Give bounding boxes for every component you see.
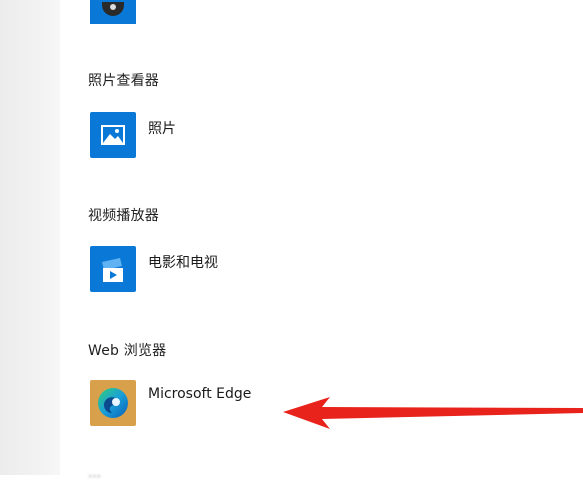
- app-name-movies-tv: 电影和电视: [148, 255, 218, 271]
- app-name-edge: Microsoft Edge: [148, 386, 252, 402]
- settings-sidebar: [0, 0, 60, 475]
- video-player-app-button[interactable]: 电影和电视: [90, 246, 218, 292]
- web-browser-app-button[interactable]: Microsoft Edge: [90, 380, 251, 426]
- photos-icon: [90, 112, 136, 158]
- groove-music-icon[interactable]: [90, 0, 136, 24]
- edge-icon: [90, 380, 136, 426]
- photo-viewer-app-button[interactable]: 照片: [90, 112, 176, 158]
- app-name-photos: 照片: [148, 121, 176, 137]
- partial-link-text[interactable]: …: [88, 466, 101, 481]
- section-title-web-browser: Web 浏览器: [88, 343, 167, 359]
- section-title-video-player: 视频播放器: [88, 208, 159, 224]
- movies-tv-icon: [90, 246, 136, 292]
- section-title-photo-viewer: 照片查看器: [88, 73, 159, 89]
- default-apps-list: 照片查看器 照片 视频播放器 电影和电视 Web 浏览器 Microsoft E…: [60, 0, 583, 481]
